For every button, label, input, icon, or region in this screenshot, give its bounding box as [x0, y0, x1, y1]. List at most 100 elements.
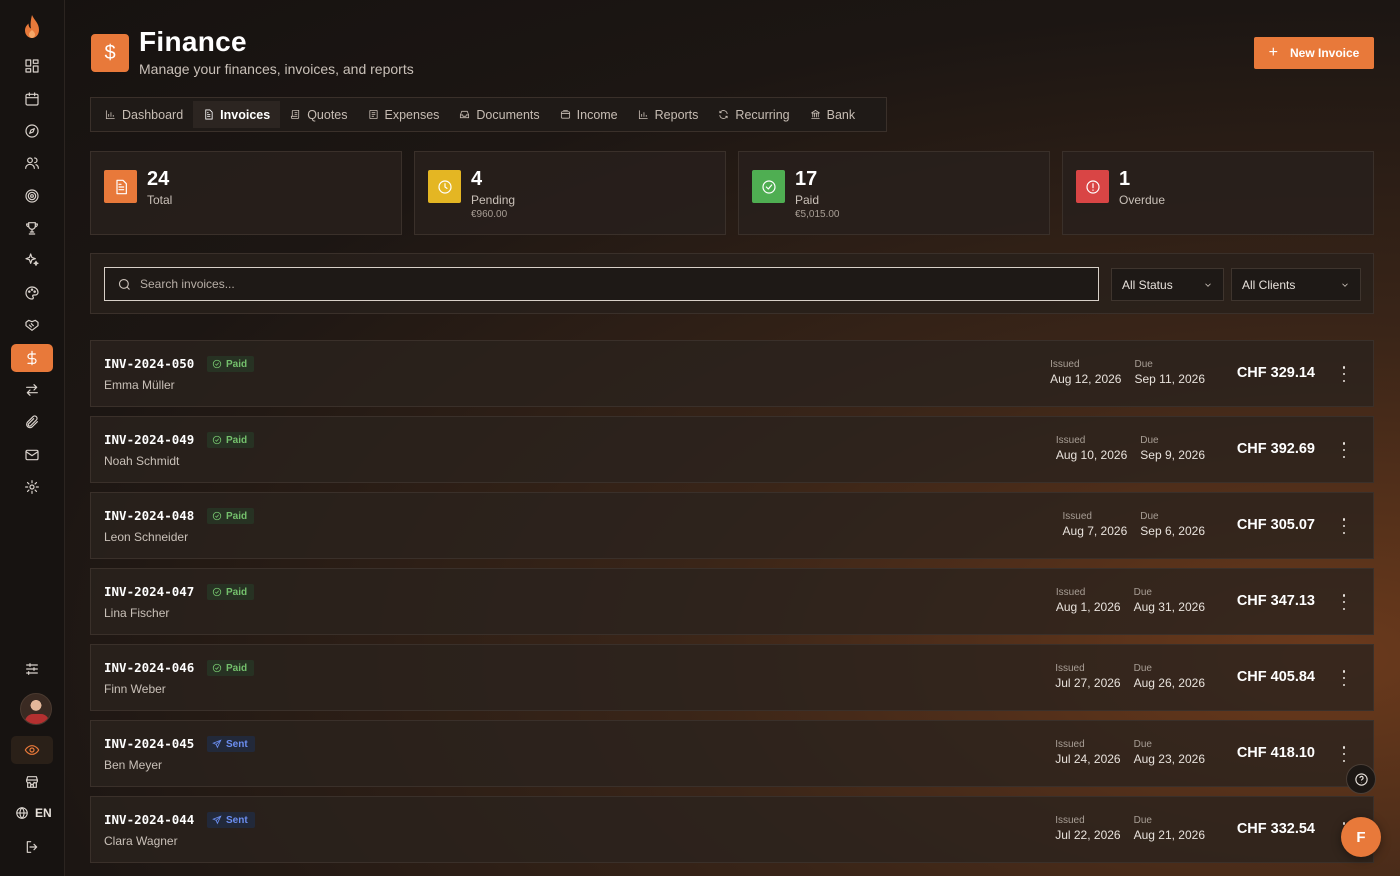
mail-icon: [25, 449, 39, 461]
stat-paid-icon-box: [752, 170, 785, 203]
check-circle-icon: [212, 663, 222, 673]
table-row[interactable]: INV-2024-046 Paid Finn Weber Issued Jul 27, …: [90, 644, 1374, 711]
sidebar-item-mail[interactable]: [11, 441, 53, 469]
invoice-number[interactable]: INV-2024-047: [104, 584, 194, 599]
tab-label: Invoices: [220, 107, 271, 122]
tab-expenses[interactable]: Expenses: [358, 101, 450, 128]
stat-card-pending[interactable]: 4 Pending €960.00: [414, 151, 726, 235]
invoice-number[interactable]: INV-2024-044: [104, 812, 194, 827]
sidebar-item-achievements[interactable]: [11, 214, 53, 242]
client-name: Emma Müller: [104, 378, 175, 392]
chat-fab-button[interactable]: F: [1341, 817, 1381, 857]
invoice-amount: CHF 329.14: [1236, 365, 1315, 381]
status-badge: Paid: [207, 508, 255, 524]
client-name: Noah Schmidt: [104, 454, 180, 468]
more-vertical-icon[interactable]: [1341, 746, 1347, 762]
tab-documents[interactable]: Documents: [449, 101, 549, 128]
tab-recurring[interactable]: Recurring: [708, 101, 799, 128]
stat-card-paid[interactable]: 17 Paid €5,015.00: [738, 151, 1050, 235]
stat-card-total[interactable]: 24 Total: [90, 151, 402, 235]
invoice-amount: CHF 347.13: [1236, 593, 1315, 609]
due-date-block: Due Aug 26, 2026: [1134, 663, 1205, 690]
sidebar-item-preferences[interactable]: [11, 655, 53, 683]
fab-letter: F: [1356, 828, 1366, 846]
sidebar-item-transfers[interactable]: [11, 376, 53, 404]
help-button[interactable]: [1346, 764, 1376, 794]
tab-bank[interactable]: Bank: [800, 101, 866, 128]
table-row[interactable]: INV-2024-048 Paid Leon Schneider Issued Aug …: [90, 492, 1374, 559]
palette-icon: [25, 286, 39, 300]
new-invoice-button[interactable]: + New Invoice: [1254, 37, 1374, 69]
invoice-number[interactable]: INV-2024-050: [104, 356, 194, 371]
sidebar-item-settings[interactable]: [11, 473, 53, 501]
sidebar-item-deals[interactable]: [11, 311, 53, 339]
table-row[interactable]: INV-2024-044 Sent Clara Wagner Issued Jul 22…: [90, 796, 1374, 863]
sidebar-item-attachments[interactable]: [11, 408, 53, 436]
language-switcher[interactable]: EN: [15, 806, 52, 820]
tab-income[interactable]: Income: [550, 101, 628, 128]
chevron-down-icon: [1205, 282, 1211, 287]
sidebar-item-finance[interactable]: [11, 344, 53, 372]
more-vertical-icon[interactable]: [1341, 594, 1347, 610]
table-row[interactable]: INV-2024-050 Paid Emma Müller Issued Aug 12,…: [90, 340, 1374, 407]
sidebar-item-logout[interactable]: [11, 833, 53, 861]
globe-icon: [16, 807, 28, 819]
page-title: Finance: [139, 26, 247, 57]
bank-icon: [810, 109, 820, 120]
plus-icon: +: [1268, 44, 1278, 61]
sidebar-item-calendar[interactable]: [11, 85, 53, 113]
sidebar-item-explore[interactable]: [11, 117, 53, 145]
tab-label: Recurring: [735, 107, 790, 122]
issued-date-block: Issued Aug 1, 2026: [1056, 587, 1121, 614]
sparkles-icon: [25, 253, 39, 266]
search-box[interactable]: [104, 267, 1099, 301]
status-select[interactable]: All Status: [1111, 268, 1224, 301]
logout-icon: [26, 841, 38, 853]
due-label: Due: [1133, 587, 1152, 598]
sidebar-item-goals[interactable]: [11, 182, 53, 210]
table-row[interactable]: INV-2024-045 Sent Ben Meyer Issued Jul 24, 2…: [90, 720, 1374, 787]
sidebar-item-store[interactable]: [11, 768, 53, 796]
due-date-block: Due Aug 21, 2026: [1134, 815, 1205, 842]
finance-header-icon: $: [91, 34, 129, 72]
search-input[interactable]: [140, 277, 1040, 291]
due-label: Due: [1133, 739, 1152, 750]
invoice-amount: CHF 332.54: [1236, 821, 1315, 837]
more-vertical-icon[interactable]: [1341, 518, 1347, 534]
invoice-number[interactable]: INV-2024-046: [104, 660, 194, 675]
client-name: Clara Wagner: [104, 834, 178, 848]
invoice-number[interactable]: INV-2024-048: [104, 508, 194, 523]
flame-logo-icon[interactable]: [20, 14, 44, 40]
tab-dashboard[interactable]: Dashboard: [95, 101, 193, 128]
status-select-value: All Status: [1122, 277, 1173, 292]
sidebar-item-ideas[interactable]: [11, 279, 53, 307]
invoice-number[interactable]: INV-2024-049: [104, 432, 194, 447]
issued-date-block: Issued Aug 7, 2026: [1063, 511, 1128, 538]
more-vertical-icon[interactable]: [1341, 670, 1347, 686]
invoice-number[interactable]: INV-2024-045: [104, 736, 194, 751]
tab-label: Expenses: [384, 107, 440, 122]
refresh-icon: [719, 110, 729, 119]
tab-invoices[interactable]: Invoices: [193, 101, 281, 128]
sidebar-item-ai[interactable]: [11, 246, 53, 274]
tab-reports[interactable]: Reports: [628, 101, 709, 128]
table-row[interactable]: INV-2024-049 Paid Noah Schmidt Issued Aug 10…: [90, 416, 1374, 483]
sidebar-item-visibility[interactable]: [11, 736, 53, 764]
client-name: Lina Fischer: [104, 606, 170, 620]
clients-select[interactable]: All Clients: [1231, 268, 1361, 301]
file-icon: [205, 109, 213, 120]
issued-date-block: Issued Jul 22, 2026: [1055, 815, 1120, 842]
more-vertical-icon[interactable]: [1341, 366, 1347, 382]
sidebar-item-users[interactable]: [11, 149, 53, 177]
due-date: Aug 26, 2026: [1133, 676, 1205, 690]
user-avatar[interactable]: [20, 693, 52, 725]
issued-label: Issued: [1062, 511, 1092, 522]
sidebar-item-dashboard[interactable]: [11, 52, 53, 80]
eye-icon: [24, 745, 40, 755]
tab-quotes[interactable]: Quotes: [280, 101, 357, 128]
more-vertical-icon[interactable]: [1341, 442, 1347, 458]
scroll-icon: [291, 109, 300, 120]
stat-card-overdue[interactable]: 1 Overdue: [1062, 151, 1374, 235]
table-row[interactable]: INV-2024-047 Paid Lina Fischer Issued Aug 1,…: [90, 568, 1374, 635]
compass-icon: [25, 124, 39, 138]
